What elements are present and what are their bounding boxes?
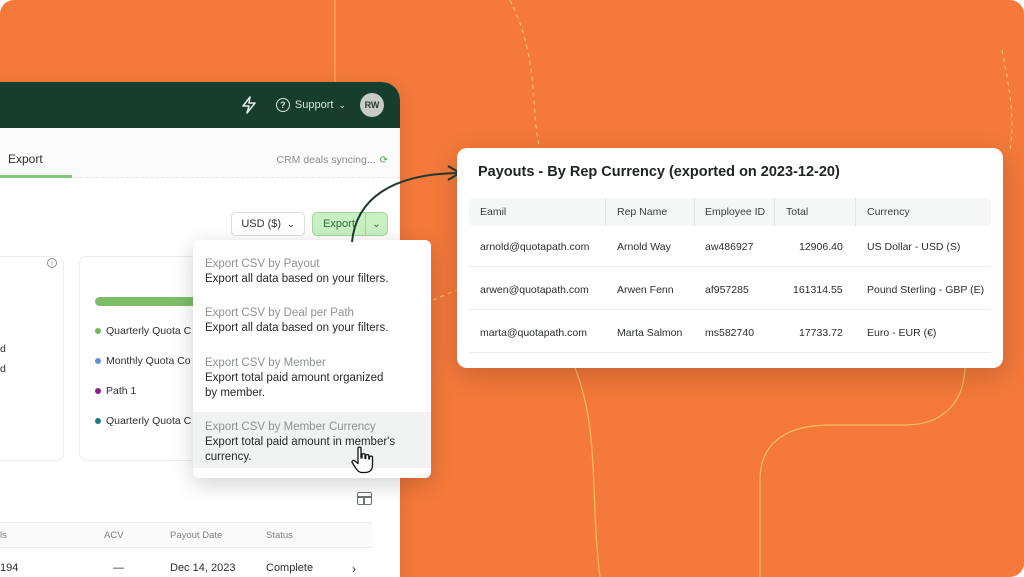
tab-underline <box>0 175 72 178</box>
chevron-down-icon: ⌄ <box>287 218 295 229</box>
menu-item-title: Export CSV by Member <box>205 357 326 369</box>
table-cell-email: arwen@quotapath.com <box>480 284 589 296</box>
column-header-acv: ACV <box>104 530 124 541</box>
menu-item-export-by-member-currency[interactable]: Export CSV by Member Currency Export tot… <box>193 412 431 468</box>
hand-pointer-cursor-icon <box>351 446 374 474</box>
column-header-currency: Currency <box>867 206 910 218</box>
currency-select-value: USD ($) <box>241 218 282 230</box>
column-divider <box>694 198 695 226</box>
table-cell-total: 12906.40 <box>799 241 843 253</box>
table-cell-currency: Euro - EUR (€) <box>867 327 937 339</box>
table-cell-acv: — <box>113 562 124 574</box>
lightning-icon[interactable] <box>240 96 258 114</box>
table-cell: 194 <box>0 562 19 574</box>
legend-item: Monthly Quota Co <box>95 355 191 367</box>
avatar[interactable]: RW <box>360 93 384 117</box>
legend-dot <box>95 358 101 364</box>
legend-dot <box>95 418 101 424</box>
table-cell-status: Complete <box>266 562 314 574</box>
row-divider <box>469 352 991 353</box>
payout-export-card: Payouts - By Rep Currency (exported on 2… <box>457 148 1003 368</box>
chevron-right-icon[interactable]: › <box>352 562 356 576</box>
connector-arrow-icon <box>351 165 461 243</box>
row-divider <box>469 266 991 267</box>
legend-item: Path 1 <box>95 385 136 397</box>
table-cell-rep-name: Arnold Way <box>617 241 671 253</box>
row-divider <box>469 309 991 310</box>
column-divider <box>774 198 775 226</box>
menu-item-title: Export CSV by Deal per Path <box>205 307 354 319</box>
column-header: ls <box>0 530 7 541</box>
support-menu[interactable]: ? Support ⌄ <box>275 98 346 112</box>
legend-label: Quarterly Quota C <box>106 325 192 337</box>
table-cell-employee-id: aw486927 <box>705 241 754 253</box>
help-circle-icon: ? <box>275 98 290 112</box>
menu-item-description: Export all data based on your filters. <box>205 322 389 334</box>
menu-item-description: Export all data based on your filters. <box>205 273 389 285</box>
column-divider <box>605 198 606 226</box>
menu-item-export-by-deal-per-path[interactable]: Export CSV by Deal per Path Export all d… <box>193 306 431 336</box>
menu-item-description: Export total paid amount in member's <box>205 436 396 448</box>
legend-label: Path 1 <box>106 385 137 397</box>
menu-item-export-by-member[interactable]: Export CSV by Member Export total paid a… <box>193 356 431 401</box>
table-cell-total: 17733.72 <box>799 327 843 339</box>
tab-export[interactable]: Export <box>8 152 43 166</box>
menu-item-description: Export total paid amount organized <box>205 372 384 384</box>
table-cell-email: arnold@quotapath.com <box>480 241 590 253</box>
column-divider <box>855 198 856 226</box>
table-cell-rep-name: Arwen Fenn <box>617 284 674 296</box>
support-label: Support <box>294 99 334 111</box>
table-cell-email: marta@quotapath.com <box>480 327 587 339</box>
chevron-down-icon: ⌄ <box>338 99 346 110</box>
menu-item-export-by-payout[interactable]: Export CSV by Payout Export all data bas… <box>193 257 431 287</box>
legend-dot <box>95 388 101 394</box>
legend-label: Monthly Quota Co <box>106 355 191 367</box>
legend-dot <box>95 328 101 334</box>
table-cell-currency: Pound Sterling - GBP (E) <box>867 284 985 296</box>
column-header-rep-name: Rep Name <box>617 206 668 218</box>
table-cell-currency: US Dollar - USD (S) <box>867 241 961 253</box>
column-header-email: Eamil <box>480 206 507 218</box>
column-header-status: Status <box>266 530 293 541</box>
table-cell-employee-id: ms582740 <box>705 327 755 339</box>
legend-item: Quarterly Quota C <box>95 325 191 337</box>
payout-card-title: Payouts - By Rep Currency (exported on 2… <box>478 164 840 180</box>
table-cell-rep-name: Marta Salmon <box>617 327 683 339</box>
menu-item-description: currency. <box>205 451 252 463</box>
menu-item-title: Export CSV by Payout <box>205 258 320 270</box>
currency-select[interactable]: USD ($) ⌄ <box>231 212 305 236</box>
column-header-total: Total <box>786 206 809 218</box>
export-dropdown-menu: Export CSV by Payout Export all data bas… <box>193 240 431 478</box>
left-card-text: d <box>0 363 6 375</box>
menu-item-title: Export CSV by Member Currency <box>205 421 376 433</box>
table-cell-payout-date: Dec 14, 2023 <box>170 562 236 574</box>
menu-item-description: by member. <box>205 387 266 399</box>
top-bar: ? Support ⌄ RW <box>0 82 400 128</box>
info-icon[interactable]: i <box>47 258 57 268</box>
progress-bar <box>95 297 200 306</box>
table-cell-employee-id: af957285 <box>705 284 749 296</box>
column-header-payout-date: Payout Date <box>170 530 223 541</box>
legend-item: Quarterly Quota C <box>95 415 191 427</box>
left-card-text: d <box>0 343 6 355</box>
table-layout-icon[interactable] <box>357 492 372 505</box>
legend-label: Quarterly Quota C <box>106 415 192 427</box>
table-cell-total: 161314.55 <box>793 284 843 296</box>
column-header-employee-id: Employee ID <box>705 206 766 218</box>
summary-card-left <box>0 256 64 461</box>
